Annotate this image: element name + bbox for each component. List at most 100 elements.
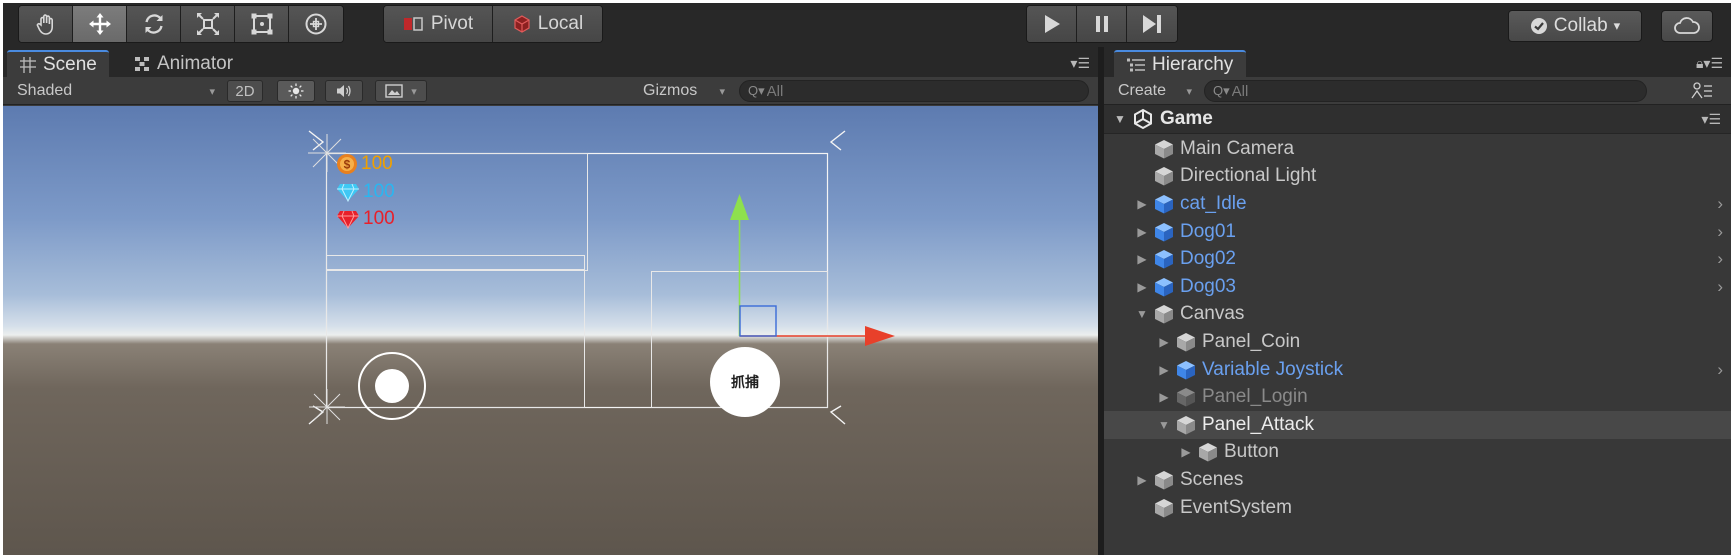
collab-dropdown[interactable]: Collab ▾ bbox=[1508, 10, 1642, 42]
hand-icon bbox=[36, 14, 53, 35]
coin-stat: $ 100 bbox=[336, 152, 393, 176]
hierarchy-item[interactable]: ▶ Panel_Login bbox=[1104, 383, 1731, 411]
xy-plane-handle[interactable] bbox=[739, 305, 777, 337]
hierarchy-item[interactable]: ▶ Dog03 › bbox=[1104, 273, 1731, 301]
expand-arrow-icon[interactable]: ▶ bbox=[1156, 390, 1172, 404]
hierarchy-item[interactable]: ▶ Dog02 › bbox=[1104, 245, 1731, 273]
tab-hierarchy[interactable]: Hierarchy bbox=[1114, 50, 1246, 77]
joystick-knob[interactable] bbox=[375, 369, 409, 403]
prefab-cube-icon bbox=[1155, 250, 1173, 269]
tab-animator[interactable]: Animator bbox=[121, 50, 245, 77]
prefab-open-chevron-icon[interactable]: › bbox=[1717, 360, 1723, 380]
move-tool-button[interactable] bbox=[73, 6, 127, 42]
tab-scene[interactable]: Scene bbox=[7, 50, 109, 77]
gameobject-cube-icon bbox=[1177, 415, 1195, 435]
hierarchy-item[interactable]: Main Camera bbox=[1104, 135, 1731, 163]
collab-label: Collab bbox=[1553, 15, 1608, 36]
rotate-tool-button[interactable] bbox=[127, 6, 181, 42]
play-icon bbox=[1044, 15, 1060, 33]
hierarchy-item[interactable]: ▶ Scenes bbox=[1104, 466, 1731, 494]
prefab-open-chevron-icon[interactable]: › bbox=[1717, 194, 1723, 214]
diamond-value: 100 bbox=[363, 181, 395, 202]
pivot-button[interactable]: Pivot bbox=[384, 6, 493, 42]
hierarchy-item-label: Canvas bbox=[1180, 303, 1245, 325]
step-button[interactable] bbox=[1127, 6, 1177, 42]
hierarchy-search[interactable]: Q▾ bbox=[1204, 80, 1647, 102]
create-dropdown[interactable]: Create ▾ bbox=[1118, 80, 1192, 102]
prefab-open-chevron-icon[interactable]: › bbox=[1717, 222, 1723, 242]
hierarchy-search-input[interactable] bbox=[1231, 82, 1646, 100]
expand-arrow-icon[interactable]: ▶ bbox=[1134, 252, 1150, 266]
expand-arrow-icon[interactable]: ▶ bbox=[1134, 473, 1150, 487]
pause-button[interactable] bbox=[1077, 6, 1127, 42]
scene-menu-icon[interactable]: ▾☰ bbox=[1701, 111, 1721, 128]
hierarchy-item-label: Dog03 bbox=[1180, 275, 1236, 297]
gameobject-cube-icon bbox=[1155, 139, 1173, 159]
scale-icon bbox=[196, 13, 219, 35]
expand-arrow-icon[interactable]: ▶ bbox=[1156, 335, 1172, 349]
attack-button[interactable]: 抓捕 bbox=[710, 347, 780, 417]
check-icon bbox=[1530, 18, 1547, 34]
person-list-icon bbox=[1691, 82, 1712, 99]
hierarchy-item-label: Panel_Coin bbox=[1202, 330, 1301, 352]
scene-visibility-button[interactable] bbox=[1682, 80, 1722, 102]
expand-arrow-icon[interactable]: ▶ bbox=[1134, 197, 1150, 211]
audio-toggle[interactable] bbox=[325, 80, 363, 102]
local-button[interactable]: Local bbox=[493, 6, 602, 42]
hierarchy-item[interactable]: EventSystem bbox=[1104, 494, 1731, 522]
prefab-open-chevron-icon[interactable]: › bbox=[1717, 277, 1723, 297]
prefab-open-chevron-icon[interactable]: › bbox=[1717, 249, 1723, 269]
transform-icon bbox=[305, 13, 327, 35]
tab-hierarchy-label: Hierarchy bbox=[1152, 53, 1234, 75]
scene-root-game[interactable]: ▼ Game ▾☰ bbox=[1104, 105, 1731, 134]
scene-search-input[interactable] bbox=[766, 82, 1088, 100]
hierarchy-item[interactable]: Directional Light bbox=[1104, 163, 1731, 191]
rect-tool-button[interactable] bbox=[235, 6, 289, 42]
unity-editor-window: Pivot Local Collab ▾ Scene Animator ▾☰ S… bbox=[3, 3, 1731, 555]
scene-toolbar: Shaded ▾ 2D ▾ Gizmos ▾ Q▾ bbox=[3, 77, 1098, 105]
effects-dropdown[interactable]: ▾ bbox=[375, 80, 427, 102]
hierarchy-item[interactable]: ▶ Panel_Coin bbox=[1104, 328, 1731, 356]
chevron-down-icon: ▾ bbox=[1613, 18, 1621, 33]
gizmos-dropdown[interactable]: Gizmos ▾ bbox=[643, 80, 725, 102]
expand-arrow-icon[interactable]: ▼ bbox=[1156, 418, 1172, 432]
expand-arrow-icon[interactable]: ▶ bbox=[1156, 363, 1172, 377]
virtual-joystick[interactable] bbox=[358, 352, 426, 420]
cloud-button[interactable] bbox=[1661, 10, 1713, 42]
hierarchy-item[interactable]: ▶ Variable Joystick › bbox=[1104, 356, 1731, 384]
play-button[interactable] bbox=[1027, 6, 1077, 42]
sun-icon bbox=[288, 83, 304, 99]
panel-menu-icon[interactable]: ▾☰ bbox=[1070, 55, 1090, 72]
hierarchy-item[interactable]: ▼ Panel_Attack bbox=[1104, 410, 1731, 439]
hierarchy-item-label: Dog02 bbox=[1180, 248, 1236, 270]
hierarchy-item[interactable]: ▶ Dog01 › bbox=[1104, 218, 1731, 246]
speaker-icon bbox=[337, 85, 351, 97]
attack-label: 抓捕 bbox=[731, 374, 759, 390]
hand-tool-button[interactable] bbox=[19, 6, 73, 42]
scene-gizmos bbox=[308, 130, 895, 425]
ruby-icon bbox=[337, 210, 359, 229]
expand-arrow-icon[interactable]: ▼ bbox=[1112, 112, 1128, 126]
scale-tool-button[interactable] bbox=[181, 6, 235, 42]
transform-tool-button[interactable] bbox=[289, 6, 343, 42]
lock-menu-icon[interactable]: 🔒︎▾☰ bbox=[1696, 55, 1723, 72]
scene-viewport[interactable]: $ 100 100 100 抓捕 bbox=[3, 106, 1098, 555]
shading-mode-dropdown[interactable]: Shaded ▾ bbox=[17, 80, 215, 102]
hierarchy-item-label: Main Camera bbox=[1180, 137, 1295, 159]
hierarchy-item[interactable]: ▶ Button bbox=[1104, 439, 1731, 467]
hierarchy-item[interactable]: ▼ Canvas bbox=[1104, 301, 1731, 329]
gameobject-cube-icon bbox=[1155, 167, 1173, 186]
x-axis-arrow[interactable] bbox=[865, 326, 895, 346]
y-axis-arrow[interactable] bbox=[730, 194, 749, 220]
mode-2d-toggle[interactable]: 2D bbox=[227, 80, 263, 102]
lighting-toggle[interactable] bbox=[277, 80, 315, 102]
scene-tabbar: Scene Animator ▾☰ bbox=[3, 47, 1098, 77]
transform-tools bbox=[18, 5, 344, 43]
expand-arrow-icon[interactable]: ▶ bbox=[1134, 280, 1150, 294]
hierarchy-item[interactable]: ▶ cat_Idle › bbox=[1104, 190, 1731, 218]
expand-arrow-icon[interactable]: ▶ bbox=[1178, 445, 1194, 459]
hierarchy-panel: Hierarchy 🔒︎▾☰ Create ▾ Q▾ ▼ Game ▾☰ bbox=[1104, 47, 1731, 555]
expand-arrow-icon[interactable]: ▼ bbox=[1134, 307, 1150, 321]
expand-arrow-icon[interactable]: ▶ bbox=[1134, 225, 1150, 239]
scene-search[interactable]: Q▾ bbox=[739, 80, 1089, 102]
